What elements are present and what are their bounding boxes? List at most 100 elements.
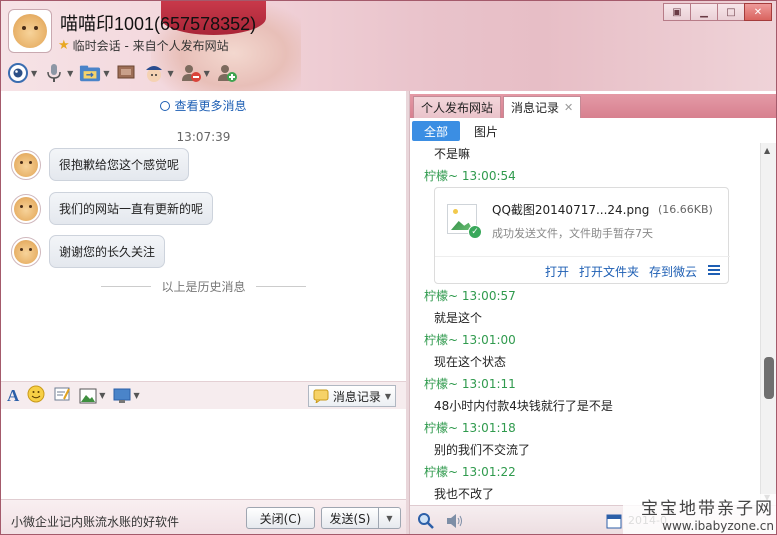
history-message-text: 不是嘛 [434,147,471,161]
message-record-label: 消息记录 [332,389,381,404]
camera-icon [7,62,29,84]
menu-icon[interactable] [708,265,720,275]
filter-images[interactable]: 图片 [462,121,510,141]
minimize-button[interactable]: ▁ [690,3,718,21]
sender-avatar[interactable] [11,236,41,267]
history-scrollbar[interactable]: ▲ ▼ [760,143,776,505]
chevron-down-icon: ▼ [203,68,210,78]
ad-link[interactable]: 小微企业记内账流水账的好软件 [11,513,179,530]
open-file-link[interactable]: 打开 [545,263,569,280]
window-controls: ▣ ▁ □ ✕ [663,3,772,21]
session-subtitle-text: 临时会话 - 来自个人发布网站 [72,39,229,53]
video-call-button[interactable]: ▼ [7,61,37,85]
maximize-button[interactable]: □ [717,3,745,21]
side-tabs: 个人发布网站 消息记录 ✕ [410,94,776,118]
list-item: 不是嘛 [410,143,760,163]
tab-personal-site[interactable]: 个人发布网站 [413,96,502,118]
image-icon [79,388,97,403]
tab-label: 消息记录 [511,101,560,115]
close-tab-icon[interactable]: ✕ [564,101,573,114]
chat-record-icon [313,389,329,403]
remove-user-icon [180,62,202,84]
image-button[interactable]: ▼ [79,388,105,404]
voice-call-button[interactable]: ▼ [43,61,73,85]
filter-all[interactable]: 全部 [412,121,461,141]
separator-line [101,286,152,287]
emoji-icon[interactable] [27,385,45,406]
history-sender: 柠檬~ 13:00:57 [424,289,516,303]
message-bubble: 谢谢您的长久关注 [49,235,166,268]
speaker-icon[interactable] [445,512,465,533]
list-item: 柠檬~ 13:00:57 就是这个 [410,287,760,331]
history-sender: 柠檬~ 13:01:22 [424,465,516,479]
close-button[interactable]: 关闭(C) [246,507,315,529]
history-message-text: 别的我们不交流了 [434,443,531,457]
message-row: 很抱歉给您这个感觉呢 [11,148,190,181]
contact-avatar[interactable] [8,9,52,53]
send-button[interactable]: 发送(S) [321,507,379,529]
sender-avatar[interactable] [11,149,41,180]
save-to-cloud-link[interactable]: 存到微云 [649,263,697,280]
side-panel: 个人发布网站 消息记录 ✕ 全部 图片 不是嘛 柠檬~ 13:00:54 ✓ QQ… [409,91,776,534]
check-icon: ✓ [468,225,482,239]
scrollbar-thumb[interactable] [764,357,774,399]
message-record-button[interactable]: 消息记录 ▼ [307,385,396,407]
history-message-text: 我也不改了 [434,487,495,501]
chevron-down-icon: ▼ [103,68,110,78]
message-bubble: 我们的网站一直有更新的呢 [49,192,214,225]
conversation-pane: 查看更多消息 13:07:39 很抱歉给您这个感觉呢 我们的网站一直有更新的呢 … [1,91,406,534]
history-sender: 柠檬~ 13:01:18 [424,421,516,435]
sender-avatar[interactable] [11,193,41,224]
admin-button[interactable]: ▼ [143,61,174,85]
close-window-button[interactable]: ✕ [744,3,772,21]
chevron-down-icon: ▼ [99,391,106,400]
record-filter-bar: 全部 图片 [410,119,776,143]
cat-avatar-icon [14,196,38,221]
send-file-button[interactable]: ▼ [79,61,109,85]
bottom-bar: 小微企业记内账流水账的好软件 关闭(C) 发送(S) ▼ [1,499,406,534]
skin-button[interactable]: ▣ [663,3,691,21]
session-subtitle: ★ 临时会话 - 来自个人发布网站 [58,37,229,54]
message-row: 谢谢您的长久关注 [11,235,166,268]
file-status: 成功发送文件，文件助手暂存7天 [492,227,653,240]
view-more-messages-link[interactable]: 查看更多消息 [1,97,406,114]
message-history-list[interactable]: 不是嘛 柠檬~ 13:00:54 ✓ QQ截图20140717...24.png… [410,143,760,505]
file-name[interactable]: QQ截图20140717...24.png [492,201,649,218]
magic-text-icon[interactable] [53,385,71,406]
open-folder-link[interactable]: 打开文件夹 [579,263,639,280]
send-options-button[interactable]: ▼ [378,507,401,529]
font-button[interactable]: A [7,386,19,406]
tab-label: 个人发布网站 [421,101,494,115]
search-icon[interactable] [417,512,435,533]
tab-message-record[interactable]: 消息记录 ✕ [503,96,582,118]
title-bar: 喵喵印1001(657578352) ★ 临时会话 - 来自个人发布网站 ▣ ▁… [1,1,776,96]
chevron-down-icon: ▼ [67,68,74,78]
list-item: 柠檬~ 13:01:00 现在这个状态 [410,331,760,375]
chevron-down-icon: ▼ [133,391,140,400]
add-friend-button[interactable] [216,61,238,85]
chat-window: 喵喵印1001(657578352) ★ 临时会话 - 来自个人发布网站 ▣ ▁… [0,0,777,535]
scroll-up-icon[interactable]: ▲ [764,146,770,155]
sun-shape [453,209,458,214]
folder-transfer-icon [79,62,101,84]
history-sender: 柠檬~ 13:01:11 [424,377,516,391]
history-message-text: 48小时内付款4块钱就行了是不是 [434,399,613,413]
separator-line [255,286,306,287]
remote-desktop-button[interactable] [115,61,137,85]
watermark-url: www.ibabyzone.cn [662,519,774,533]
message-input[interactable] [1,409,406,499]
list-item: 柠檬~ 13:01:18 别的我们不交流了 [410,419,760,463]
message-bubble: 很抱歉给您这个感觉呢 [49,148,190,181]
microphone-icon [43,62,65,84]
file-size: (16.66KB) [658,203,713,216]
history-message-text: 就是这个 [434,311,483,325]
message-row: 我们的网站一直有更新的呢 [11,192,214,225]
screenshot-button[interactable]: ▼ [113,388,140,404]
screen-icon [115,62,137,84]
calendar-icon[interactable] [606,513,622,532]
input-toolbar: A ▼ ▼ 消息记录 ▼ [1,381,406,409]
block-user-button[interactable]: ▼ [180,61,210,85]
police-avatar-icon [143,62,165,84]
contact-name: 喵喵印1001(657578352) [60,14,257,34]
cat-avatar-icon [14,239,38,264]
